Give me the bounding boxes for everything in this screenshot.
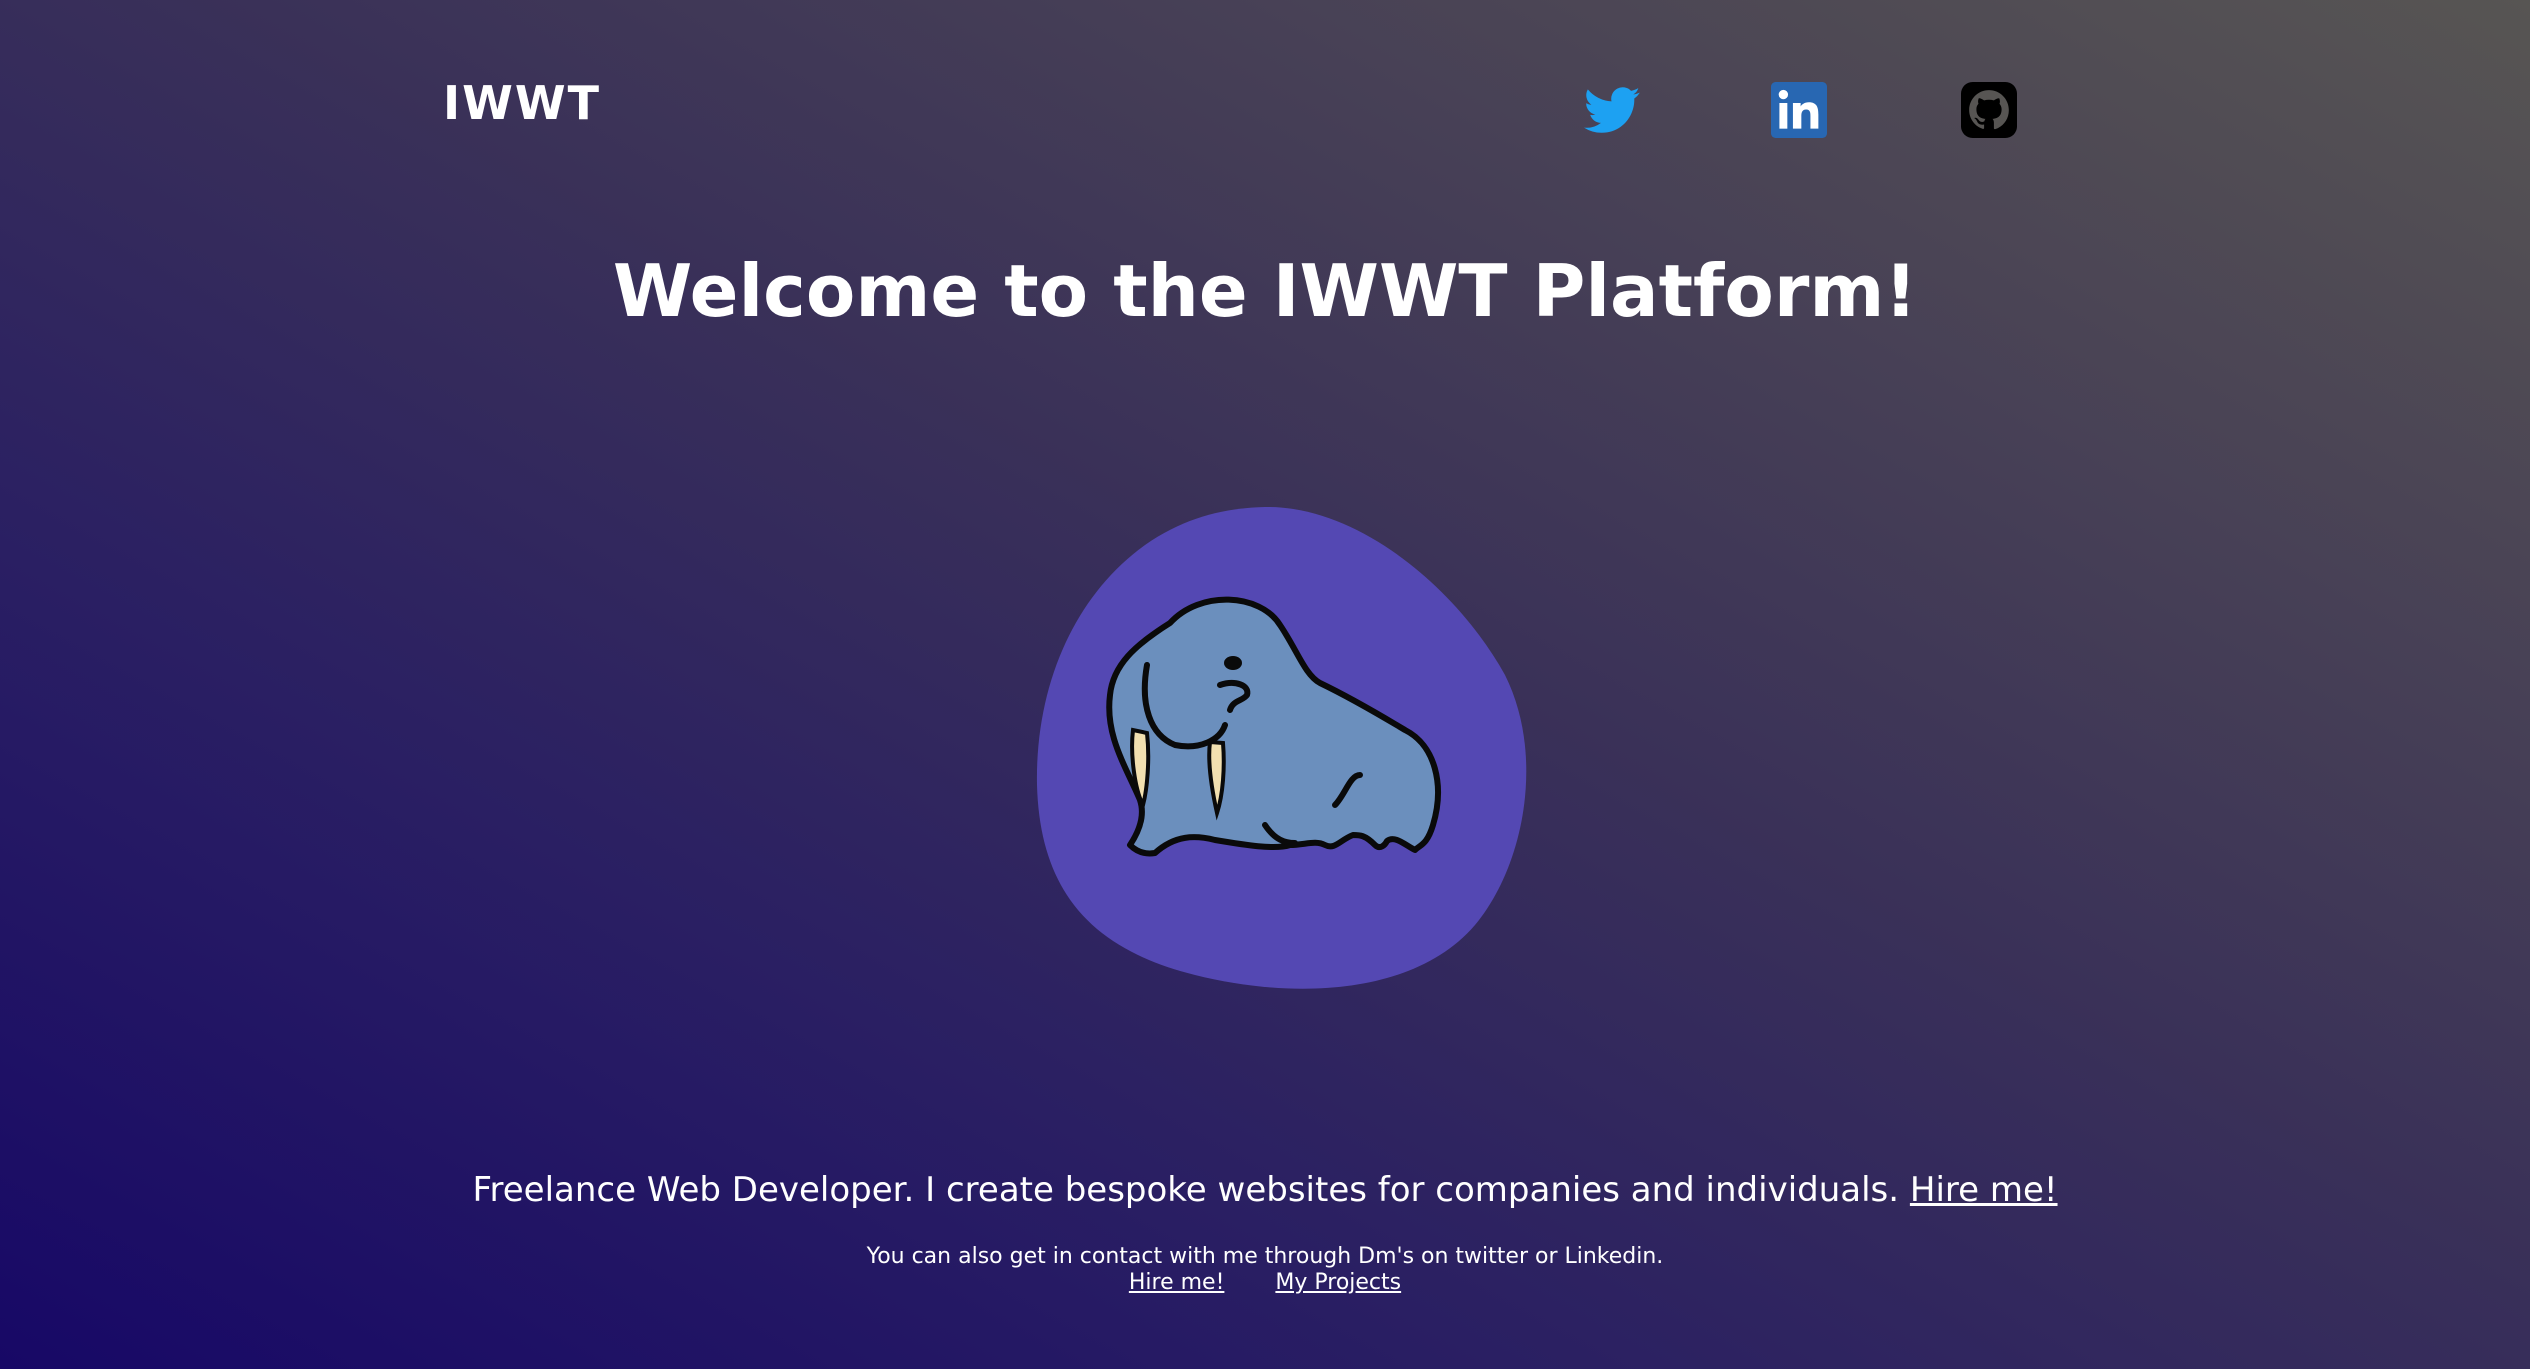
brand-logo[interactable]: IWWT (443, 80, 601, 126)
linkedin-link[interactable] (1771, 82, 1827, 138)
my-projects-link[interactable]: My Projects (1275, 1270, 1401, 1295)
footer-links: Hire me! My Projects (0, 1270, 2530, 1296)
twitter-link[interactable] (1584, 82, 1640, 138)
hire-me-footer-link[interactable]: Hire me! (1129, 1270, 1225, 1295)
tagline-text: Freelance Web Developer. I create bespok… (472, 1170, 1900, 1210)
hero-image (1035, 505, 1530, 995)
walrus-illustration (1036, 506, 1527, 989)
tagline: Freelance Web Developer. I create bespok… (0, 1170, 2530, 1211)
page-title: Welcome to the IWWT Platform! (612, 249, 1918, 333)
hire-me-link[interactable]: Hire me! (1910, 1170, 2058, 1210)
github-icon (1961, 82, 2017, 138)
contact-text: You can also get in contact with me thro… (866, 1244, 1664, 1269)
walrus-eye (1224, 656, 1242, 670)
github-link[interactable] (1961, 82, 2017, 138)
linkedin-icon (1771, 82, 1827, 138)
twitter-icon (1584, 87, 1640, 133)
